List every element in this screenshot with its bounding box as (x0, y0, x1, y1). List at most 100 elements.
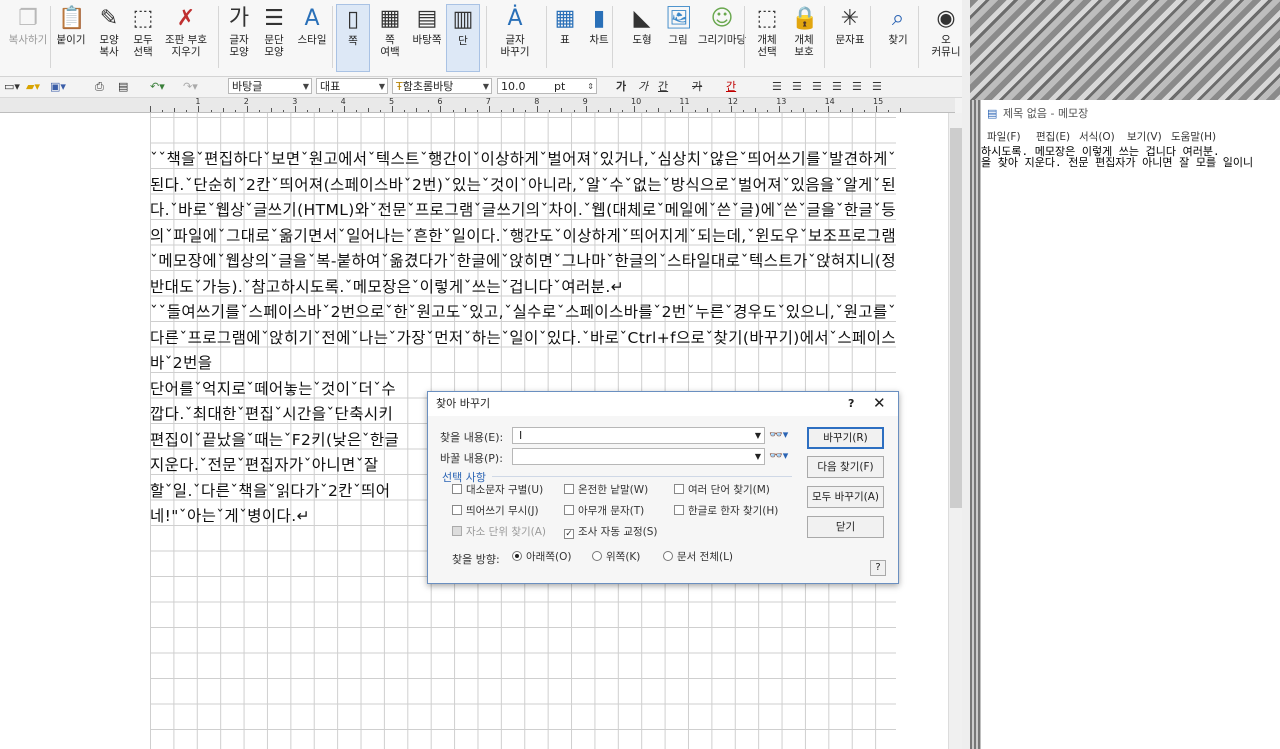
option-checkbox[interactable]: 한글로 한자 찾기(H) (674, 505, 778, 518)
find-input[interactable]: I ▼ (512, 427, 765, 444)
object-protect-icon: 🔒 (791, 6, 819, 31)
ribbon-button-columns[interactable]: ▥ 단 (446, 4, 480, 72)
ribbon-button-copy[interactable]: ❐ 복사하기 (4, 4, 52, 72)
document-paragraph[interactable]: 지운다.ˇ전문ˇ편집자가ˇ아니면ˇ잘 (150, 453, 426, 479)
notepad-icon: ▤ (987, 107, 998, 120)
notepad-menu-item[interactable]: 편집(E) (1036, 128, 1070, 146)
document-paragraph[interactable]: 깝다.ˇ최대한ˇ편집ˇ시간을ˇ단축시키 (150, 402, 426, 428)
option-checkbox[interactable]: 아무개 문자(T) (564, 505, 644, 518)
ribbon-button-object-protect[interactable]: 🔒 개체 보호 (787, 4, 821, 72)
ruler-tick (464, 108, 466, 112)
notepad-menu-item[interactable]: 보기(V) (1127, 128, 1162, 146)
align-center-icon[interactable]: ☰ (812, 79, 822, 95)
chevron-down-icon[interactable]: ▼ (755, 428, 761, 443)
style-select[interactable]: 바탕글 ▼ (228, 78, 312, 94)
option-checkbox[interactable]: 띄어쓰기 무시(J) (452, 505, 539, 518)
document-paragraph[interactable]: ˇˇ들여쓰기를ˇ스페이스바ˇ2번으로ˇ한ˇ원고도ˇ있고,ˇ실수로ˇ스페이스바를ˇ… (150, 300, 896, 377)
ribbon-toolbar: ❐ 복사하기 📋 붙이기 ✎ 모양 복사 ⬚ 모두 선택 ✗ 조판 부호 지우기 가 글자 모양 ☰ 문단… (0, 0, 970, 77)
notepad-text[interactable]: 하시도록. 메모장은 이렇게 쓰는 겁니다 여러분. 을 찾아 지운다. 전문 편… (981, 146, 1280, 168)
help-icon[interactable]: ? (848, 392, 854, 416)
notepad-menu-item[interactable]: 파일(F) (987, 128, 1021, 146)
direction-radio[interactable]: 위쪽(K) (592, 551, 640, 564)
ribbon-button-page[interactable]: ▯ 쪽 (336, 4, 370, 72)
ruler-tick (888, 110, 890, 112)
align-divide-icon[interactable]: ☰ (872, 79, 882, 95)
ruler-tick (150, 106, 151, 112)
ribbon-button-object-select[interactable]: ⬚ 개체 선택 (752, 4, 782, 72)
ribbon-button-master-page[interactable]: ▤ 바탕쪽 (410, 4, 444, 72)
lang-select[interactable]: 대표 ▼ (316, 78, 388, 94)
notepad-menu-item[interactable]: 도움말(H) (1171, 128, 1216, 146)
document-paragraph[interactable]: 네!"ˇ아는ˇ게ˇ병이다.↵ (150, 504, 426, 530)
strike-button[interactable]: 가 (692, 79, 702, 95)
align-right-icon[interactable]: ☰ (832, 79, 842, 95)
italic-button[interactable]: 가 (638, 79, 648, 95)
bold-button[interactable]: 가 (616, 79, 626, 95)
direction-radio[interactable]: 아래쪽(O) (512, 551, 571, 564)
document-paragraph[interactable]: 할ˇ일.ˇ다른ˇ책을ˇ읽다가ˇ2칸ˇ띄어 (150, 479, 426, 505)
save-icon[interactable]: ▣▾ (50, 79, 66, 95)
ribbon-button-find[interactable]: ⌕ 찾기 (880, 4, 916, 72)
ribbon-button-clear-codes[interactable]: ✗ 조판 부호 지우기 (160, 4, 212, 72)
redo-icon[interactable]: ↷▾ (183, 79, 198, 95)
find-next-button[interactable]: 다음 찾기(F) (807, 456, 884, 478)
checkbox-box (674, 505, 684, 515)
help-button[interactable]: ? (870, 560, 886, 576)
ribbon-button-community[interactable]: ◉ 오 커뮤니 (926, 4, 966, 72)
ribbon-button-symbol[interactable]: ✳ 문자표 (832, 4, 868, 72)
font-select[interactable]: Ŧ함초롬바탕 ▼ (392, 78, 492, 94)
new-doc-icon[interactable]: ▭▾ (4, 79, 20, 95)
checkbox-box (564, 505, 574, 515)
table-icon: ▦ (554, 6, 576, 31)
document-paragraph[interactable]: 편집이ˇ끝났을ˇ때는ˇF2키(낮은ˇ한글 (150, 428, 426, 454)
ribbon-separator (332, 6, 333, 68)
scrollbar-thumb[interactable] (950, 128, 962, 508)
ruler-number: 13 (776, 97, 787, 106)
replace-input[interactable]: ▼ (512, 448, 765, 465)
ribbon-button-char-shape[interactable]: 가 글자 모양 (222, 4, 256, 72)
ribbon-button-page-margin[interactable]: ▦ 쪽 여백 (372, 4, 408, 72)
document-paragraph[interactable]: 단어를ˇ억지로ˇ떼어놓는ˇ것이ˇ더ˇ수 (150, 377, 426, 403)
replace-all-button[interactable]: 모두 바꾸기(A) (807, 486, 884, 508)
align-justify-icon[interactable]: ☰ (772, 79, 782, 95)
align-distribute-icon[interactable]: ☰ (852, 79, 862, 95)
ribbon-button-style[interactable]: A 스타일 (292, 4, 332, 72)
font-color-button[interactable]: 간 (726, 79, 736, 95)
ribbon-button-shape[interactable]: ◣ 도형 (626, 4, 658, 72)
open-icon[interactable]: ▰▾ (26, 79, 40, 95)
ribbon-button-paste[interactable]: 📋 붙이기 (52, 4, 90, 72)
ruler-tick (355, 110, 357, 112)
notepad-menu-item[interactable]: 서식(O) (1079, 128, 1115, 146)
chevron-down-icon[interactable]: ▼ (755, 449, 761, 464)
ribbon-button-para-shape[interactable]: ☰ 문단 모양 (257, 4, 291, 72)
ribbon-button-format-painter[interactable]: ✎ 모양 복사 (92, 4, 126, 72)
ribbon-button-table[interactable]: ▦ 표 (552, 4, 578, 72)
size-select[interactable]: 10.0 pt ⇕ (497, 78, 597, 94)
close-button[interactable]: 닫기 (807, 516, 884, 538)
option-checkbox[interactable]: 대소문자 구별(U) (452, 484, 543, 497)
close-icon[interactable]: ✕ (873, 391, 886, 415)
options-header: 선택 사항 (442, 471, 486, 484)
ribbon-button-picture[interactable]: 🖼 그림 (664, 4, 693, 72)
ribbon-button-select-all[interactable]: ⬚ 모두 선택 (126, 4, 160, 72)
undo-icon[interactable]: ↶▾ (150, 79, 165, 95)
direction-radio[interactable]: 문서 전체(L) (663, 551, 733, 564)
replace-button[interactable]: 바꾸기(R) (807, 427, 884, 449)
ribbon-button-drawing-gallery[interactable]: ☺ 그리기마당 (694, 4, 750, 72)
document-paragraph[interactable]: ˇˇ책을ˇ편집하다ˇ보면ˇ원고에서ˇ텍스트ˇ행간이ˇ이상하게ˇ벌어져ˇ있거나,ˇ… (150, 147, 896, 300)
ribbon-button-chart[interactable]: ▮ 차트 (584, 4, 614, 72)
align-left-icon[interactable]: ☰ (792, 79, 802, 95)
preview-icon[interactable]: ▤ (118, 79, 128, 95)
print-icon[interactable]: ⎙ (95, 79, 104, 95)
replace-label: 바꿀 내용(P): (440, 452, 503, 465)
replace-binoculars-icon[interactable]: 👓▾ (769, 448, 793, 464)
ruler[interactable]: 1 2 3 4 5 6 7 8 9 10 11 12 13 14 15 (0, 97, 955, 113)
ribbon-button-char-replace[interactable]: Ȧ 글자 바꾸기 (492, 4, 538, 72)
ribbon-separator (486, 6, 487, 68)
option-checkbox[interactable]: 여러 단어 찾기(M) (674, 484, 770, 497)
find-binoculars-icon[interactable]: 👓▾ (769, 427, 793, 443)
option-checkbox[interactable]: ✓ 조사 자동 교정(S) (564, 526, 658, 539)
option-checkbox[interactable]: 온전한 낱말(W) (564, 484, 648, 497)
underline-button[interactable]: 간 (658, 79, 668, 95)
find-label: 찾을 내용(E): (440, 431, 504, 444)
